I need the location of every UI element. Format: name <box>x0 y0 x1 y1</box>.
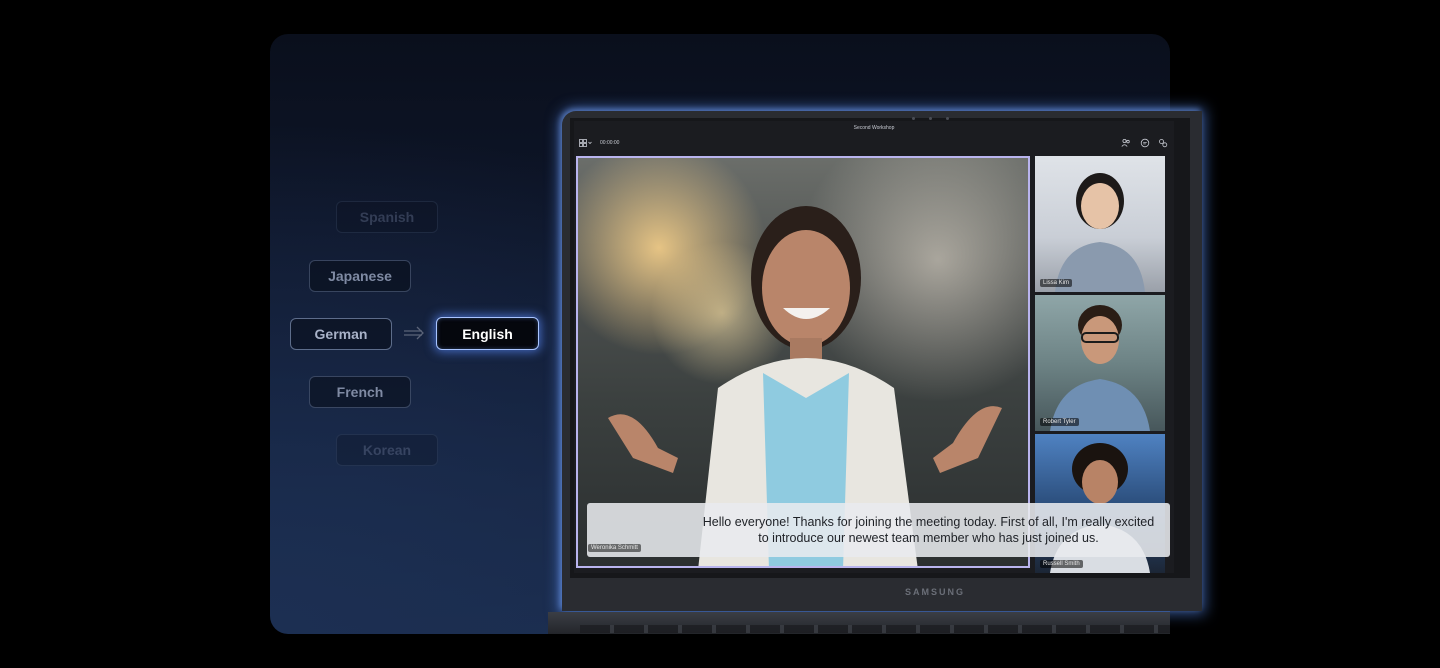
keyboard-keys <box>580 625 1170 633</box>
translate-arrow-icon <box>404 326 424 340</box>
participant-name: Robert Tyler <box>1040 418 1079 426</box>
language-option-japanese[interactable]: Japanese <box>309 260 411 292</box>
language-option-korean[interactable]: Korean <box>336 434 438 466</box>
participant-tile[interactable]: Robert Tyler <box>1035 295 1165 431</box>
language-target-english[interactable]: English <box>436 317 539 350</box>
meeting-title: Second Workshop <box>853 125 895 131</box>
sensor-icon <box>912 117 915 120</box>
language-label: Korean <box>362 442 412 458</box>
language-label: German <box>314 326 368 342</box>
chat-icon[interactable] <box>1140 138 1150 148</box>
sensor-icon <box>946 117 949 120</box>
language-label: English <box>462 325 513 342</box>
participant-tile[interactable]: Lissa Kim <box>1035 156 1165 292</box>
meeting-timer: 00:00:00 <box>600 140 620 146</box>
language-option-french[interactable]: French <box>309 376 411 408</box>
participants-icon[interactable] <box>1121 138 1131 148</box>
language-label: Spanish <box>359 209 415 225</box>
participant-figure-image <box>1050 305 1150 431</box>
language-label: French <box>336 384 384 400</box>
language-option-german[interactable]: German <box>290 318 392 350</box>
laptop-brand-logo: SAMSUNG <box>905 587 966 597</box>
speaker-name-tag: Weronika Schmitt <box>588 544 641 552</box>
participant-figure-image <box>1055 173 1145 292</box>
live-translation-caption: Hello everyone! Thanks for joining the m… <box>587 503 1170 557</box>
layout-grid-icon[interactable] <box>579 139 593 147</box>
participant-name: Russell Smith <box>1040 560 1083 568</box>
language-label: Japanese <box>328 268 392 284</box>
language-option-spanish[interactable]: Spanish <box>336 201 438 233</box>
participant-name: Lissa Kim <box>1040 279 1073 287</box>
camera-icon <box>929 117 932 120</box>
share-icon[interactable] <box>1158 138 1168 148</box>
